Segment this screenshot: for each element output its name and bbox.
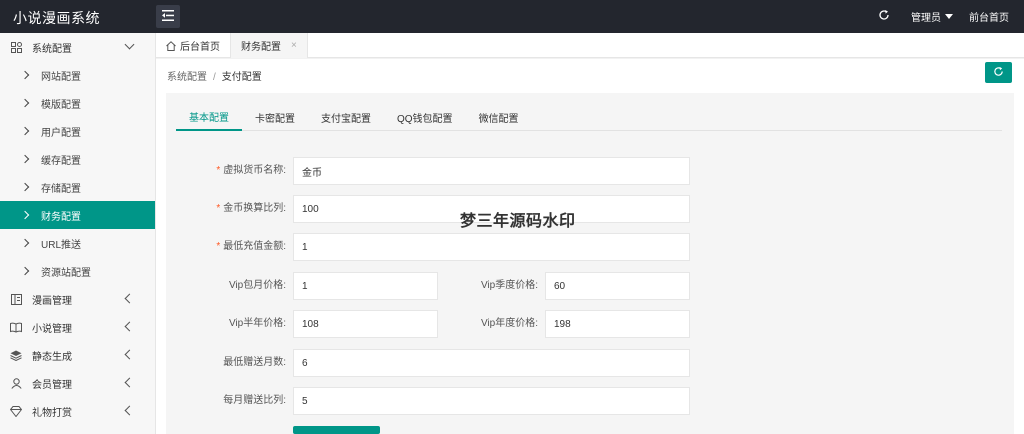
chevron-right-icon [20,126,30,136]
sidebar-item-system-config[interactable]: 系统配置 [0,33,155,61]
chevron-down-icon [124,39,135,50]
caret-down-icon [945,14,953,19]
form-row-min-recharge: * 最低充值金额: [0,233,1024,261]
sidebar-item-user-config[interactable]: 用户配置 [0,117,155,145]
min-recharge-label: * 最低充值金额: [196,233,286,261]
chevron-right-icon [20,98,30,108]
refresh-button[interactable] [985,62,1012,83]
required-mark: * [216,203,221,214]
form-row-vip-month-quarter: Vip包月价格: Vip季度价格: [0,272,1024,300]
vip-half-year-input[interactable] [293,310,438,338]
admin-label: 管理员 [911,13,941,24]
min-gift-months-label: 最低赠送月数: [223,357,286,368]
close-icon[interactable]: × [291,40,297,51]
config-card: 基本配置 卡密配置 支付宝配置 QQ钱包配置 微信配置 [166,93,1014,434]
vip-quarter-input[interactable] [545,272,690,300]
label-text: 最低充值金额: [223,241,286,252]
form-row-min-gift-months: 最低赠送月数: [0,349,1024,377]
app-title: 小说漫画系统 [13,10,100,26]
refresh-icon [993,66,1004,80]
breadcrumb-separator: / [213,72,216,83]
menu-toggle-button[interactable] [156,5,180,28]
front-home-link[interactable]: 前台首页 [969,9,1009,24]
monthly-gift-ratio-input[interactable] [293,387,690,415]
tab-card-key-config[interactable]: 卡密配置 [242,104,308,131]
tab-qq-wallet-config[interactable]: QQ钱包配置 [384,104,466,131]
breadcrumb-parent[interactable]: 系统配置 [167,72,207,83]
form-row-monthly-gift-ratio: 每月赠送比列: [0,387,1024,415]
vip-half-year-label: Vip半年价格: [228,318,286,329]
vip-year-input[interactable] [545,310,690,338]
currency-name-input[interactable] [293,157,690,185]
required-mark: * [216,165,221,176]
tab-finance-config[interactable]: 财务配置 × [231,33,308,58]
sidebar-item-label: 系统配置 [32,43,72,55]
home-icon [166,40,176,51]
currency-name-label: * 虚拟货币名称: [196,157,286,185]
chevron-left-icon [124,377,135,388]
form-row-currency-name: * 虚拟货币名称: [0,157,1024,185]
tab-basic-config[interactable]: 基本配置 [176,104,242,131]
min-gift-months-input[interactable] [293,349,690,377]
grid-settings-icon [10,41,22,53]
form-row-vip-half-year: Vip半年价格: Vip年度价格: [0,310,1024,338]
exchange-rate-label: * 金币换算比列: [196,195,286,223]
refresh-page-button[interactable] [875,8,893,26]
breadcrumb-current: 支付配置 [221,72,262,83]
tab-admin-home[interactable]: 后台首页 [156,33,231,58]
sidebar-item-label: 模版配置 [41,99,81,111]
min-recharge-input[interactable] [293,233,690,261]
top-bar: 小说漫画系统 管理员 前台首页 [0,0,1024,33]
sidebar-item-label: 网站配置 [41,71,81,83]
label-text: 金币换算比列: [223,203,286,214]
tab-label: 财务配置 [241,42,281,53]
required-mark: * [216,241,221,252]
vip-month-label: Vip包月价格: [228,280,286,291]
tab-wechat-config[interactable]: 微信配置 [466,104,532,131]
label-text: 虚拟货币名称: [223,165,286,176]
breadcrumb: 系统配置 / 支付配置 [167,68,262,83]
admin-menu[interactable]: 管理员 [911,9,953,24]
menu-fold-icon [162,9,174,24]
config-tabs: 基本配置 卡密配置 支付宝配置 QQ钱包配置 微信配置 [176,104,1002,131]
watermark-text: 梦三年源码水印 [460,213,576,230]
refresh-icon [878,9,890,24]
vip-year-label: Vip年度价格: [480,318,538,329]
tab-label: 后台首页 [180,42,220,53]
submit-button[interactable] [293,426,380,434]
sidebar-item-template-config[interactable]: 模版配置 [0,89,155,117]
vip-quarter-label: Vip季度价格: [480,280,538,291]
sidebar-item-site-config[interactable]: 网站配置 [0,61,155,89]
vip-month-input[interactable] [293,272,438,300]
page-tabs-bar: 后台首页 财务配置 × [156,33,1024,58]
chevron-right-icon [20,70,30,80]
monthly-gift-ratio-label: 每月赠送比列: [223,395,286,406]
sidebar-item-label: 用户配置 [41,127,81,139]
tab-alipay-config[interactable]: 支付宝配置 [308,104,384,131]
